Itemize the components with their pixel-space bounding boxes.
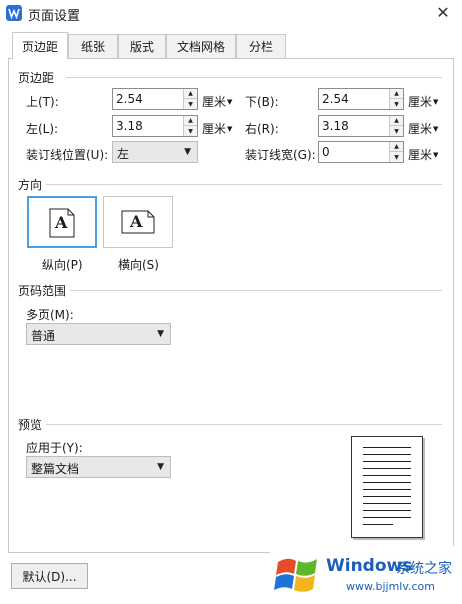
divider — [46, 424, 442, 425]
bottom-margin-value: 2.54 — [322, 92, 349, 106]
right-margin-value: 3.18 — [322, 119, 349, 133]
section-preview-title: 预览 — [18, 418, 43, 432]
unit-label: 厘米 — [408, 148, 433, 162]
left-margin-label: 左(L): — [26, 122, 59, 136]
default-button[interactable]: 默认(D)... — [11, 563, 88, 589]
close-button[interactable]: ✕ — [434, 2, 452, 22]
gutter-width-label: 装订线宽(G): — [245, 148, 316, 162]
spin-up-icon[interactable]: ▲ — [390, 142, 403, 152]
section-page-range-title: 页码范围 — [18, 284, 67, 298]
letter-a-glyph: A — [55, 213, 68, 232]
section-orientation-title: 方向 — [18, 178, 43, 192]
gutter-width-input[interactable]: 0 ▲ ▼ — [318, 141, 404, 163]
caret-down-icon: ▼ — [227, 125, 233, 133]
dropdown-arrow-icon: ▼ — [157, 329, 164, 339]
tab-layout[interactable]: 版式 — [118, 34, 166, 58]
right-margin-input[interactable]: 3.18 ▲ ▼ — [318, 115, 404, 137]
caret-down-icon: ▼ — [433, 98, 439, 106]
close-icon: ✕ — [436, 2, 450, 22]
portrait-label: 纵向(P) — [42, 258, 83, 272]
caret-down-icon: ▼ — [433, 151, 439, 159]
landscape-label: 横向(S) — [118, 258, 159, 272]
caret-down-icon: ▼ — [433, 125, 439, 133]
left-margin-unit-dropdown[interactable]: 厘米▼ — [202, 120, 232, 137]
spin-down-icon[interactable]: ▼ — [184, 126, 197, 136]
spin-down-icon[interactable]: ▼ — [390, 126, 403, 136]
tab-margins[interactable]: 页边距 — [12, 32, 68, 59]
left-margin-value: 3.18 — [116, 119, 143, 133]
wps-writer-icon — [6, 5, 22, 21]
spin-up-icon[interactable]: ▲ — [390, 89, 403, 99]
watermark-brand-cn: 系统之家 — [396, 561, 452, 577]
spin-up-icon[interactable]: ▲ — [390, 116, 403, 126]
multiple-pages-value: 普通 — [31, 329, 56, 343]
gutter-position-value: 左 — [117, 147, 130, 161]
multiple-pages-select[interactable]: 普通 ▼ — [26, 323, 171, 345]
gutter-width-value: 0 — [322, 145, 330, 159]
unit-label: 厘米 — [408, 95, 433, 109]
windows-logo-icon — [274, 558, 317, 592]
gutter-width-unit-dropdown[interactable]: 厘米▼ — [408, 146, 438, 163]
divider — [70, 290, 442, 291]
apply-to-label: 应用于(Y): — [26, 441, 83, 455]
unit-label: 厘米 — [202, 122, 227, 136]
title-bar: 页面设置 ✕ — [0, 0, 462, 28]
tab-document-grid[interactable]: 文档网格 — [166, 34, 236, 58]
unit-label: 厘米 — [408, 122, 433, 136]
letter-a-glyph: A — [130, 212, 143, 231]
bottom-margin-label: 下(B): — [245, 95, 279, 109]
page-preview — [351, 436, 423, 538]
dropdown-arrow-icon: ▼ — [184, 147, 191, 157]
bottom-margin-input[interactable]: 2.54 ▲ ▼ — [318, 88, 404, 110]
tab-paper[interactable]: 纸张 — [68, 34, 118, 58]
dropdown-arrow-icon: ▼ — [157, 462, 164, 472]
tab-columns[interactable]: 分栏 — [236, 34, 286, 58]
top-margin-value: 2.54 — [116, 92, 143, 106]
gutter-position-select[interactable]: 左 ▼ — [112, 141, 198, 163]
apply-to-select[interactable]: 整篇文档 ▼ — [26, 456, 171, 478]
section-margins-title: 页边距 — [18, 71, 55, 85]
spin-up-icon[interactable]: ▲ — [184, 116, 197, 126]
spin-down-icon[interactable]: ▼ — [390, 99, 403, 109]
portrait-option[interactable]: A — [27, 196, 97, 248]
top-margin-unit-dropdown[interactable]: 厘米▼ — [202, 93, 232, 110]
spin-up-icon[interactable]: ▲ — [184, 89, 197, 99]
dialog-title: 页面设置 — [28, 9, 81, 24]
caret-down-icon: ▼ — [227, 98, 233, 106]
divider — [46, 184, 442, 185]
watermark: Windows 系统之家 www.bjjmlv.com — [270, 546, 462, 604]
top-margin-label: 上(T): — [26, 95, 59, 109]
apply-to-value: 整篇文档 — [31, 462, 80, 476]
watermark-url: www.bjjmlv.com — [346, 580, 435, 593]
unit-label: 厘米 — [202, 95, 227, 109]
multiple-pages-label: 多页(M): — [26, 308, 74, 322]
gutter-position-label: 装订线位置(U): — [26, 148, 109, 162]
bottom-margin-unit-dropdown[interactable]: 厘米▼ — [408, 93, 438, 110]
spin-down-icon[interactable]: ▼ — [390, 152, 403, 162]
spin-down-icon[interactable]: ▼ — [184, 99, 197, 109]
right-margin-unit-dropdown[interactable]: 厘米▼ — [408, 120, 438, 137]
landscape-option[interactable]: A — [103, 196, 173, 248]
left-margin-input[interactable]: 3.18 ▲ ▼ — [112, 115, 198, 137]
top-margin-input[interactable]: 2.54 ▲ ▼ — [112, 88, 198, 110]
divider — [66, 77, 442, 78]
right-margin-label: 右(R): — [245, 122, 279, 136]
